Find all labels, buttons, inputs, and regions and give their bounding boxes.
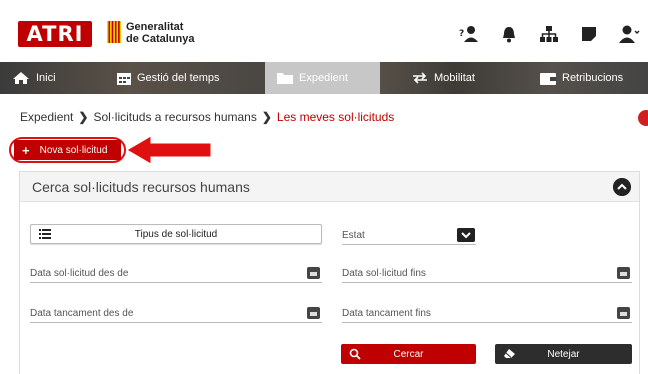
pointer-arrow-icon	[126, 135, 212, 165]
date-close-from-field[interactable]: Data tancament des de	[30, 305, 322, 323]
org-name: Generalitat de Catalunya	[126, 21, 194, 45]
breadcrumb-current: Les meves sol·licituds	[276, 110, 395, 124]
chevron-right-icon: ❯	[261, 110, 272, 124]
search-button[interactable]: Cercar	[341, 344, 476, 364]
nav-item-mobilitat[interactable]: Mobilitat	[412, 62, 475, 94]
nav-label: Mobilitat	[434, 72, 475, 84]
nav-item-inici[interactable]: Inici	[12, 62, 56, 94]
date-request-from-field[interactable]: Data sol·licitud des de	[30, 265, 322, 283]
calendar-icon[interactable]	[307, 307, 320, 319]
calendar-icon[interactable]	[617, 307, 630, 319]
nav-label: Gestió del temps	[137, 72, 220, 84]
nav-item-retribucions[interactable]: Retribucions	[540, 62, 623, 94]
date-request-from-label: Data sol·licitud des de	[30, 268, 129, 279]
breadcrumb-item[interactable]: Expedient	[20, 110, 73, 124]
status-label: Estat	[342, 230, 365, 241]
breadcrumb-item[interactable]: Sol·licituds a recursos humans	[93, 110, 256, 124]
calendar-icon[interactable]	[617, 267, 630, 279]
plus-icon: +	[22, 142, 30, 158]
calendar-icon[interactable]	[307, 267, 320, 279]
main-nav: Inici Gestió del temps Expedient Mobilit…	[0, 62, 648, 94]
chevron-up-icon[interactable]	[613, 178, 631, 196]
note-icon[interactable]	[578, 24, 600, 44]
chevron-right-icon: ❯	[78, 110, 89, 124]
wallet-icon	[540, 72, 556, 85]
search-panel-header: Cerca sol·licituds recursos humans	[20, 172, 639, 202]
date-close-to-field[interactable]: Data tancament fins	[342, 305, 632, 323]
new-request-label: Nova sol·licitud	[39, 144, 108, 156]
top-header: ATRI Generalitat de Catalunya ?	[0, 0, 648, 60]
nav-label: Retribucions	[562, 72, 624, 84]
arrows-icon	[413, 72, 427, 84]
request-type-button[interactable]: Tipus de sol·licitud	[30, 224, 322, 244]
nav-label: Inici	[36, 72, 56, 84]
bell-icon[interactable]	[498, 24, 520, 44]
atri-logo[interactable]: ATRI	[18, 21, 92, 47]
breadcrumb: Expedient ❯ Sol·licituds a recursos humans…	[20, 110, 394, 124]
clear-button[interactable]: Netejar	[495, 344, 632, 364]
clear-label: Netejar	[547, 349, 580, 360]
date-close-to-label: Data tancament fins	[342, 308, 431, 319]
chevron-down-icon	[457, 228, 475, 242]
date-close-from-label: Data tancament des de	[30, 308, 134, 319]
home-icon	[13, 72, 29, 84]
search-label: Cercar	[393, 349, 424, 360]
user-menu-icon[interactable]	[618, 24, 640, 44]
date-request-to-field[interactable]: Data sol·licitud fins	[342, 265, 632, 283]
nav-item-gestio-temps[interactable]: Gestió del temps	[117, 62, 220, 94]
status-select[interactable]: Estat	[342, 227, 476, 245]
request-type-label: Tipus de sol·licitud	[134, 229, 218, 240]
side-toggle-icon[interactable]	[638, 110, 648, 126]
org-line1: Generalitat	[126, 21, 184, 33]
org-line2: de Catalunya	[126, 33, 195, 45]
generalitat-logo-icon	[107, 21, 121, 43]
svg-text:?: ?	[459, 29, 464, 39]
org-chart-icon[interactable]	[538, 24, 560, 44]
search-panel-title: Cerca sol·licituds recursos humans	[32, 179, 250, 195]
nav-item-expedient[interactable]: Expedient	[265, 62, 380, 94]
date-request-to-label: Data sol·licitud fins	[342, 268, 426, 279]
folder-icon	[277, 73, 293, 84]
new-request-button[interactable]: + Nova sol·licitud	[14, 140, 121, 160]
calendar-icon	[117, 73, 131, 85]
user-question-icon[interactable]: ?	[458, 24, 480, 44]
nav-label: Expedient	[299, 72, 348, 84]
